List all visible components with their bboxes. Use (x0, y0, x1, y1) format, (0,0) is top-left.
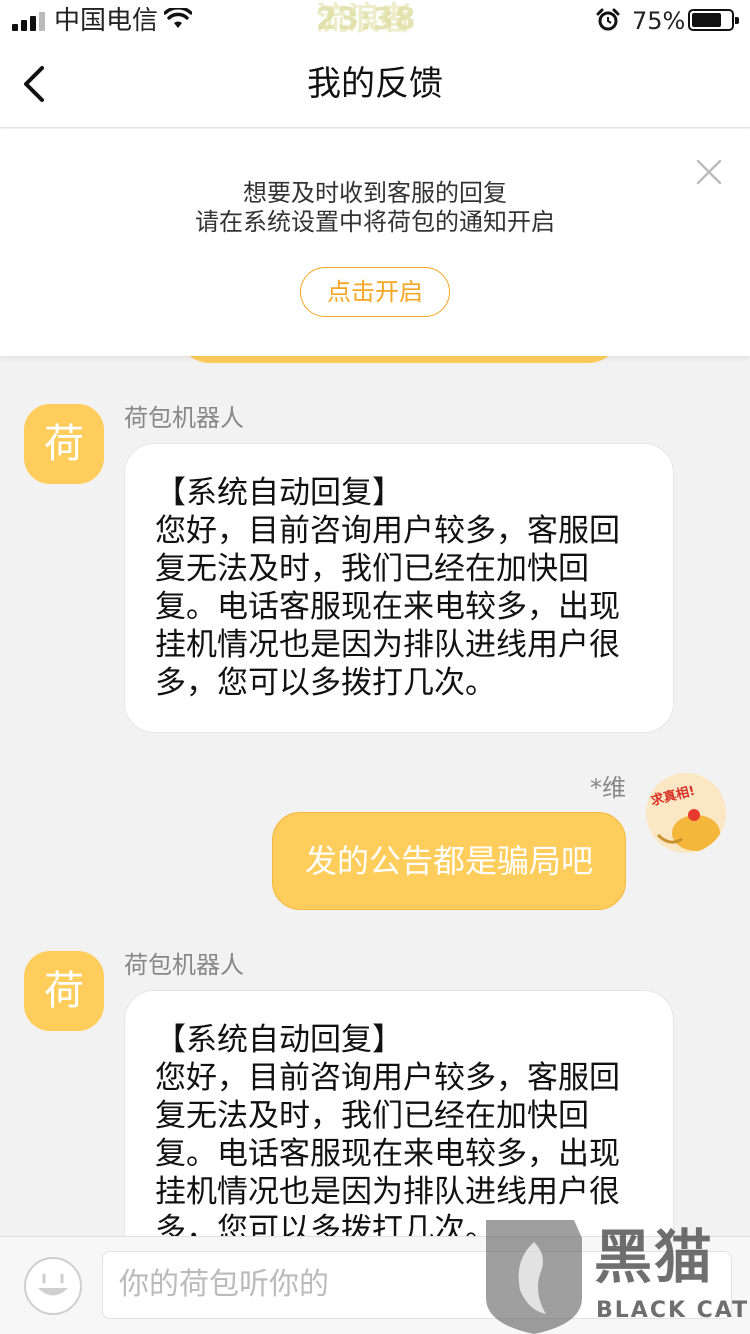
message-line: 多，您可以多拨打几次。 (155, 1212, 496, 1236)
message-line: 复。电话客服现在来电较多，出现 (155, 589, 620, 625)
user-avatar[interactable]: 求真相! (646, 773, 726, 853)
notification-line-2: 请在系统设置中将荷包的通知开启 (195, 208, 555, 236)
status-time: 23:38 (316, 2, 417, 37)
battery-percent: 75% (632, 7, 686, 35)
bot-avatar[interactable]: 荷 (24, 404, 104, 484)
notification-banner: 想要及时收到客服的回复 请在系统设置中将荷包的通知开启 点击开启 (0, 129, 750, 356)
sender-name: 荷包机器人 (124, 951, 244, 979)
user-message-bubble[interactable]: 发的公告都是骗局吧 (272, 812, 626, 910)
message-line: 复无法及时，我们已经在加快回 (155, 551, 589, 587)
notification-line-1: 想要及时收到客服的回复 (243, 179, 507, 207)
message-line: 您好，目前咨询用户较多，客服回 (155, 1060, 620, 1096)
message-line: 多，您可以多拨打几次。 (155, 665, 496, 701)
message-line: 挂机情况也是因为排队进线用户很 (155, 1174, 620, 1210)
watermark-text: 黑猫 (594, 1223, 715, 1291)
wifi-icon (164, 8, 192, 28)
status-bar: 中国电信 23:38 75% (0, 0, 750, 40)
page-title: 我的反馈 (307, 64, 443, 104)
enable-notifications-button[interactable]: 点击开启 (300, 267, 450, 317)
alarm-icon (596, 8, 620, 31)
sender-name: 荷包机器人 (124, 404, 244, 432)
message-line: 【系统自动回复】 (155, 475, 403, 511)
battery-icon (688, 9, 739, 31)
bot-message-bubble[interactable]: 【系统自动回复】 您好，目前咨询用户较多，客服回 复无法及时，我们已经在加快回 … (124, 990, 674, 1236)
bot-avatar[interactable]: 荷 (24, 951, 104, 1031)
emoji-icon[interactable] (22, 1255, 84, 1317)
message-line: 【系统自动回复】 (155, 1022, 403, 1058)
message-line: 复。电话客服现在来电较多，出现 (155, 1136, 620, 1172)
bot-message-bubble[interactable]: 【系统自动回复】 您好，目前咨询用户较多，客服回 复无法及时，我们已经在加快回 … (124, 443, 674, 733)
message-line: 挂机情况也是因为排队进线用户很 (155, 627, 620, 663)
message-line: 您好，目前咨询用户较多，客服回 (155, 513, 620, 549)
watermark-subtext: BLACK CAT (596, 1298, 750, 1323)
user-name: *维 (590, 774, 626, 802)
message-line: 复无法及时，我们已经在加快回 (155, 1098, 589, 1134)
carrier-name: 中国电信 (54, 6, 159, 36)
nav-bar: 我的反馈 (0, 40, 750, 128)
